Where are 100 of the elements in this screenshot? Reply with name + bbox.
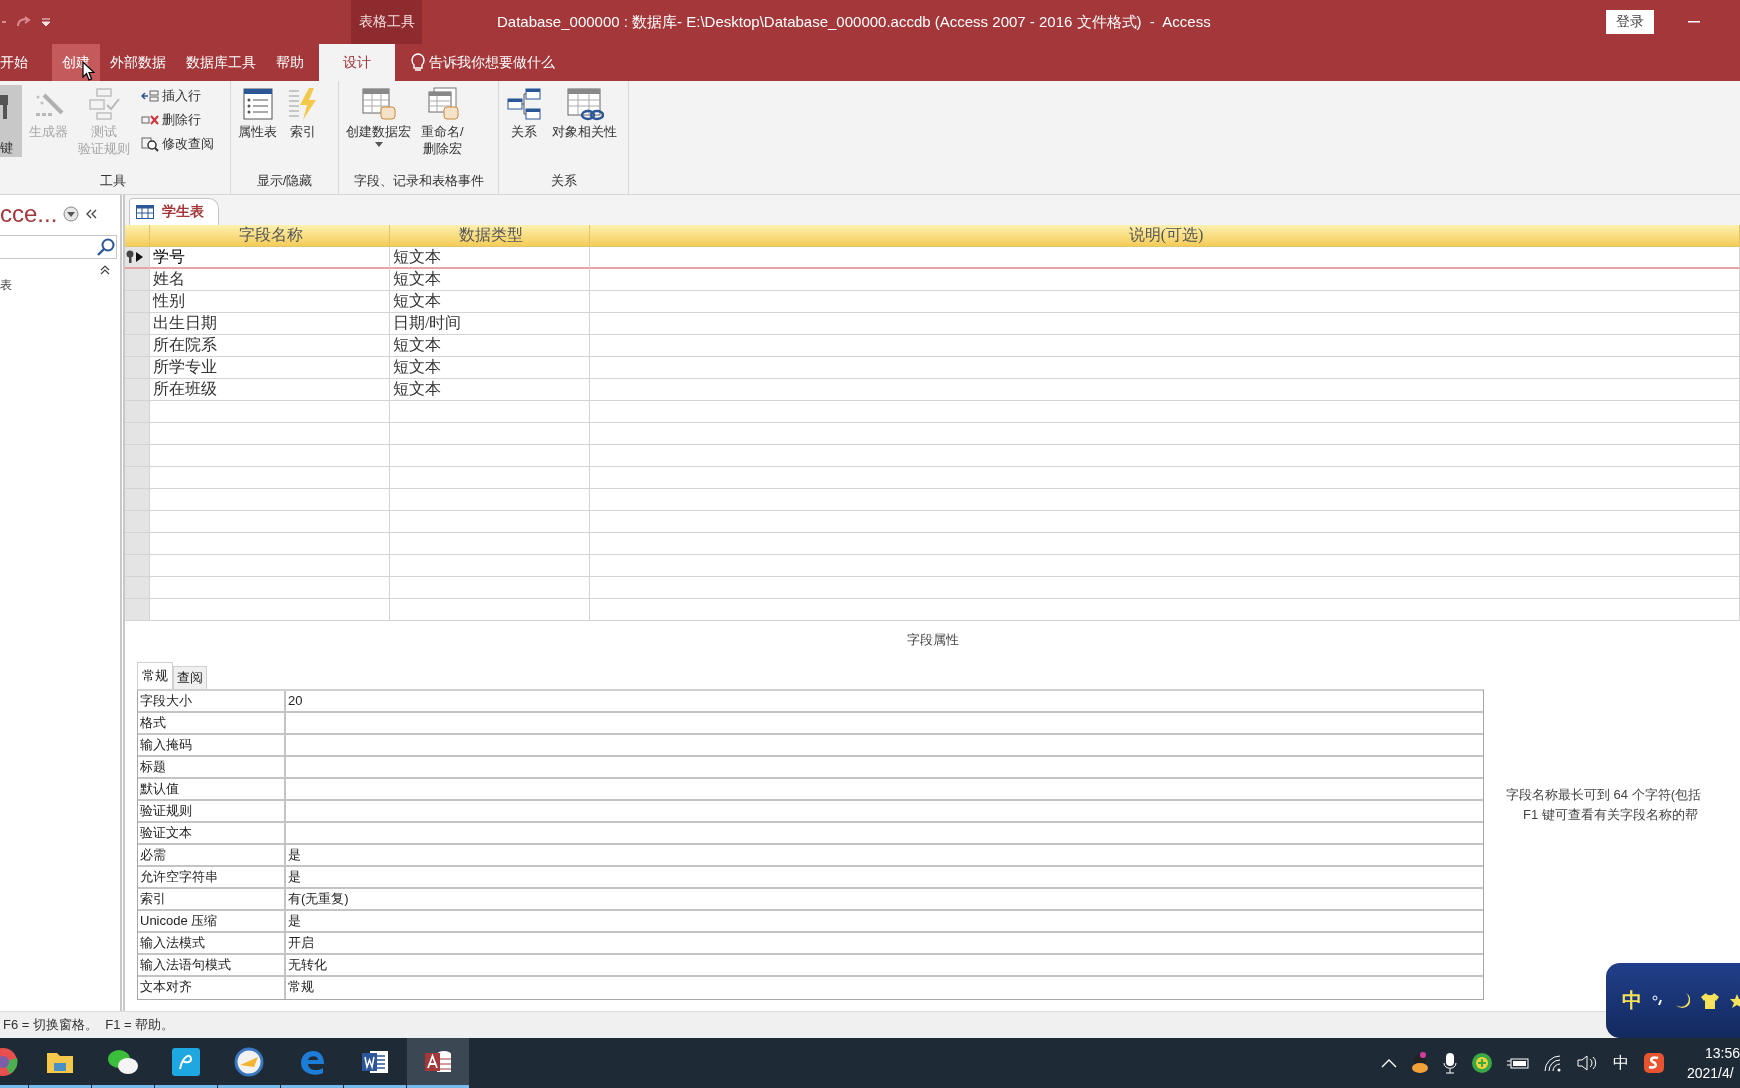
star-icon[interactable] (1730, 992, 1740, 1009)
data-type-cell[interactable] (390, 511, 590, 533)
collapse-pane-icon[interactable] (85, 208, 98, 220)
description-cell[interactable] (590, 445, 1740, 467)
field-name-cell[interactable]: 出生日期 (150, 313, 390, 335)
description-cell[interactable] (590, 401, 1740, 423)
sign-in-button[interactable]: 登录 (1606, 10, 1654, 34)
document-tab[interactable]: 学生表 (129, 198, 219, 225)
data-type-cell[interactable]: 短文本 (390, 357, 590, 379)
field-name-cell[interactable] (150, 577, 390, 599)
penguin-icon[interactable] (1410, 1052, 1429, 1074)
description-cell[interactable] (590, 291, 1740, 313)
search-field[interactable] (0, 235, 117, 259)
data-type-cell[interactable] (390, 555, 590, 577)
field-name-cell[interactable]: 所学专业 (150, 357, 390, 379)
description-cell[interactable] (590, 467, 1740, 489)
microphone-icon[interactable] (1442, 1052, 1457, 1074)
data-type-cell[interactable] (390, 599, 590, 621)
ribbon-button[interactable]: 键 (0, 85, 22, 157)
minimize-icon[interactable] (1688, 21, 1700, 23)
property-value[interactable]: 无转化 (286, 955, 1483, 975)
property-value[interactable]: 20 (286, 691, 1483, 711)
tell-me-button[interactable]: 告诉我你想要做什么 (405, 44, 561, 81)
dropdown-icon[interactable] (63, 206, 80, 222)
taskbar-app-button[interactable] (407, 1038, 469, 1088)
field-name-cell[interactable] (150, 533, 390, 555)
navigation-group[interactable]: 表 (0, 277, 120, 294)
corner-cell[interactable] (125, 225, 150, 247)
field-name-cell[interactable] (150, 467, 390, 489)
property-value[interactable]: 是 (286, 911, 1483, 931)
data-type-cell[interactable]: 短文本 (390, 247, 590, 269)
description-cell[interactable] (590, 335, 1740, 357)
ribbon-button[interactable]: 重命名/ 删除宏 (418, 85, 467, 159)
sogou-icon[interactable] (1642, 1052, 1665, 1074)
field-name-cell[interactable]: 性别 (150, 291, 390, 313)
description-cell[interactable] (590, 555, 1740, 577)
data-type-cell[interactable] (390, 401, 590, 423)
field-name-cell[interactable] (150, 445, 390, 467)
property-value[interactable]: 开启 (286, 933, 1483, 953)
ribbon-tab[interactable]: 开始 (0, 44, 38, 81)
description-cell[interactable] (590, 423, 1740, 445)
description-cell[interactable] (590, 247, 1740, 269)
field-name-cell[interactable] (150, 555, 390, 577)
field-name-cell[interactable] (150, 401, 390, 423)
data-type-cell[interactable] (390, 489, 590, 511)
description-cell[interactable] (590, 533, 1740, 555)
ribbon-tab[interactable]: 数据库工具 (176, 44, 266, 81)
ribbon-button[interactable]: 修改查阅 (139, 133, 216, 155)
data-type-cell[interactable]: 短文本 (390, 335, 590, 357)
field-name-cell[interactable] (150, 599, 390, 621)
clock-date[interactable]: 2021/4/ (1686, 1063, 1734, 1083)
data-type-cell[interactable] (390, 445, 590, 467)
description-cell[interactable] (590, 511, 1740, 533)
ribbon-button[interactable]: 索引 (284, 85, 322, 142)
property-value[interactable]: 是 (286, 867, 1483, 887)
property-value[interactable]: 有(无重复) (286, 889, 1483, 909)
wifi-icon[interactable] (1542, 1054, 1563, 1072)
description-cell[interactable] (590, 577, 1740, 599)
field-name-cell[interactable] (150, 489, 390, 511)
ribbon-tab[interactable]: 设计 (319, 44, 395, 81)
property-value[interactable]: 常规 (286, 977, 1483, 999)
data-type-cell[interactable] (390, 423, 590, 445)
ribbon-tab[interactable]: 帮助 (266, 44, 314, 81)
field-name-cell[interactable]: 学号 (150, 247, 390, 269)
data-type-cell[interactable] (390, 577, 590, 599)
data-type-cell[interactable] (390, 533, 590, 555)
ribbon-button[interactable]: 对象相关性 (549, 85, 620, 142)
ribbon-button[interactable]: 属性表 (235, 85, 280, 142)
punctuation-icon[interactable] (1652, 993, 1664, 1008)
ribbon-button[interactable]: 创建数据宏 (343, 85, 414, 149)
ribbon-button[interactable]: 插入行 (139, 85, 216, 107)
description-cell[interactable] (590, 313, 1740, 335)
battery-icon[interactable] (1506, 1056, 1529, 1070)
property-tab[interactable]: 常规 (137, 662, 173, 689)
ime-mode[interactable]: 中 (1622, 987, 1642, 1014)
data-type-cell[interactable]: 短文本 (390, 291, 590, 313)
field-name-cell[interactable]: 姓名 (150, 269, 390, 291)
field-name-cell[interactable] (150, 511, 390, 533)
chevron-up-icon[interactable] (1380, 1058, 1397, 1068)
clock-time[interactable]: 13:56 (1704, 1043, 1740, 1063)
plus-circle-icon[interactable] (1470, 1052, 1493, 1074)
description-cell[interactable] (590, 599, 1740, 621)
data-type-cell[interactable]: 短文本 (390, 269, 590, 291)
description-cell[interactable] (590, 269, 1740, 291)
field-name-cell[interactable]: 所在班级 (150, 379, 390, 401)
data-type-cell[interactable] (390, 467, 590, 489)
input-method-indicator[interactable]: 中 (1612, 1052, 1629, 1074)
property-value[interactable]: 是 (286, 845, 1483, 865)
description-cell[interactable] (590, 357, 1740, 379)
data-type-cell[interactable]: 日期/时间 (390, 313, 590, 335)
search-icon[interactable] (96, 237, 116, 257)
field-name-cell[interactable] (150, 423, 390, 445)
row-selector[interactable] (125, 247, 150, 269)
description-cell[interactable] (590, 379, 1740, 401)
ribbon-button[interactable]: 删除行 (139, 109, 216, 131)
description-cell[interactable] (590, 489, 1740, 511)
collapse-group-icon[interactable] (100, 265, 110, 275)
ribbon-tab[interactable]: 外部数据 (100, 44, 176, 81)
ribbon-button[interactable]: 关系 (503, 85, 545, 142)
shirt-icon[interactable] (1700, 991, 1720, 1010)
